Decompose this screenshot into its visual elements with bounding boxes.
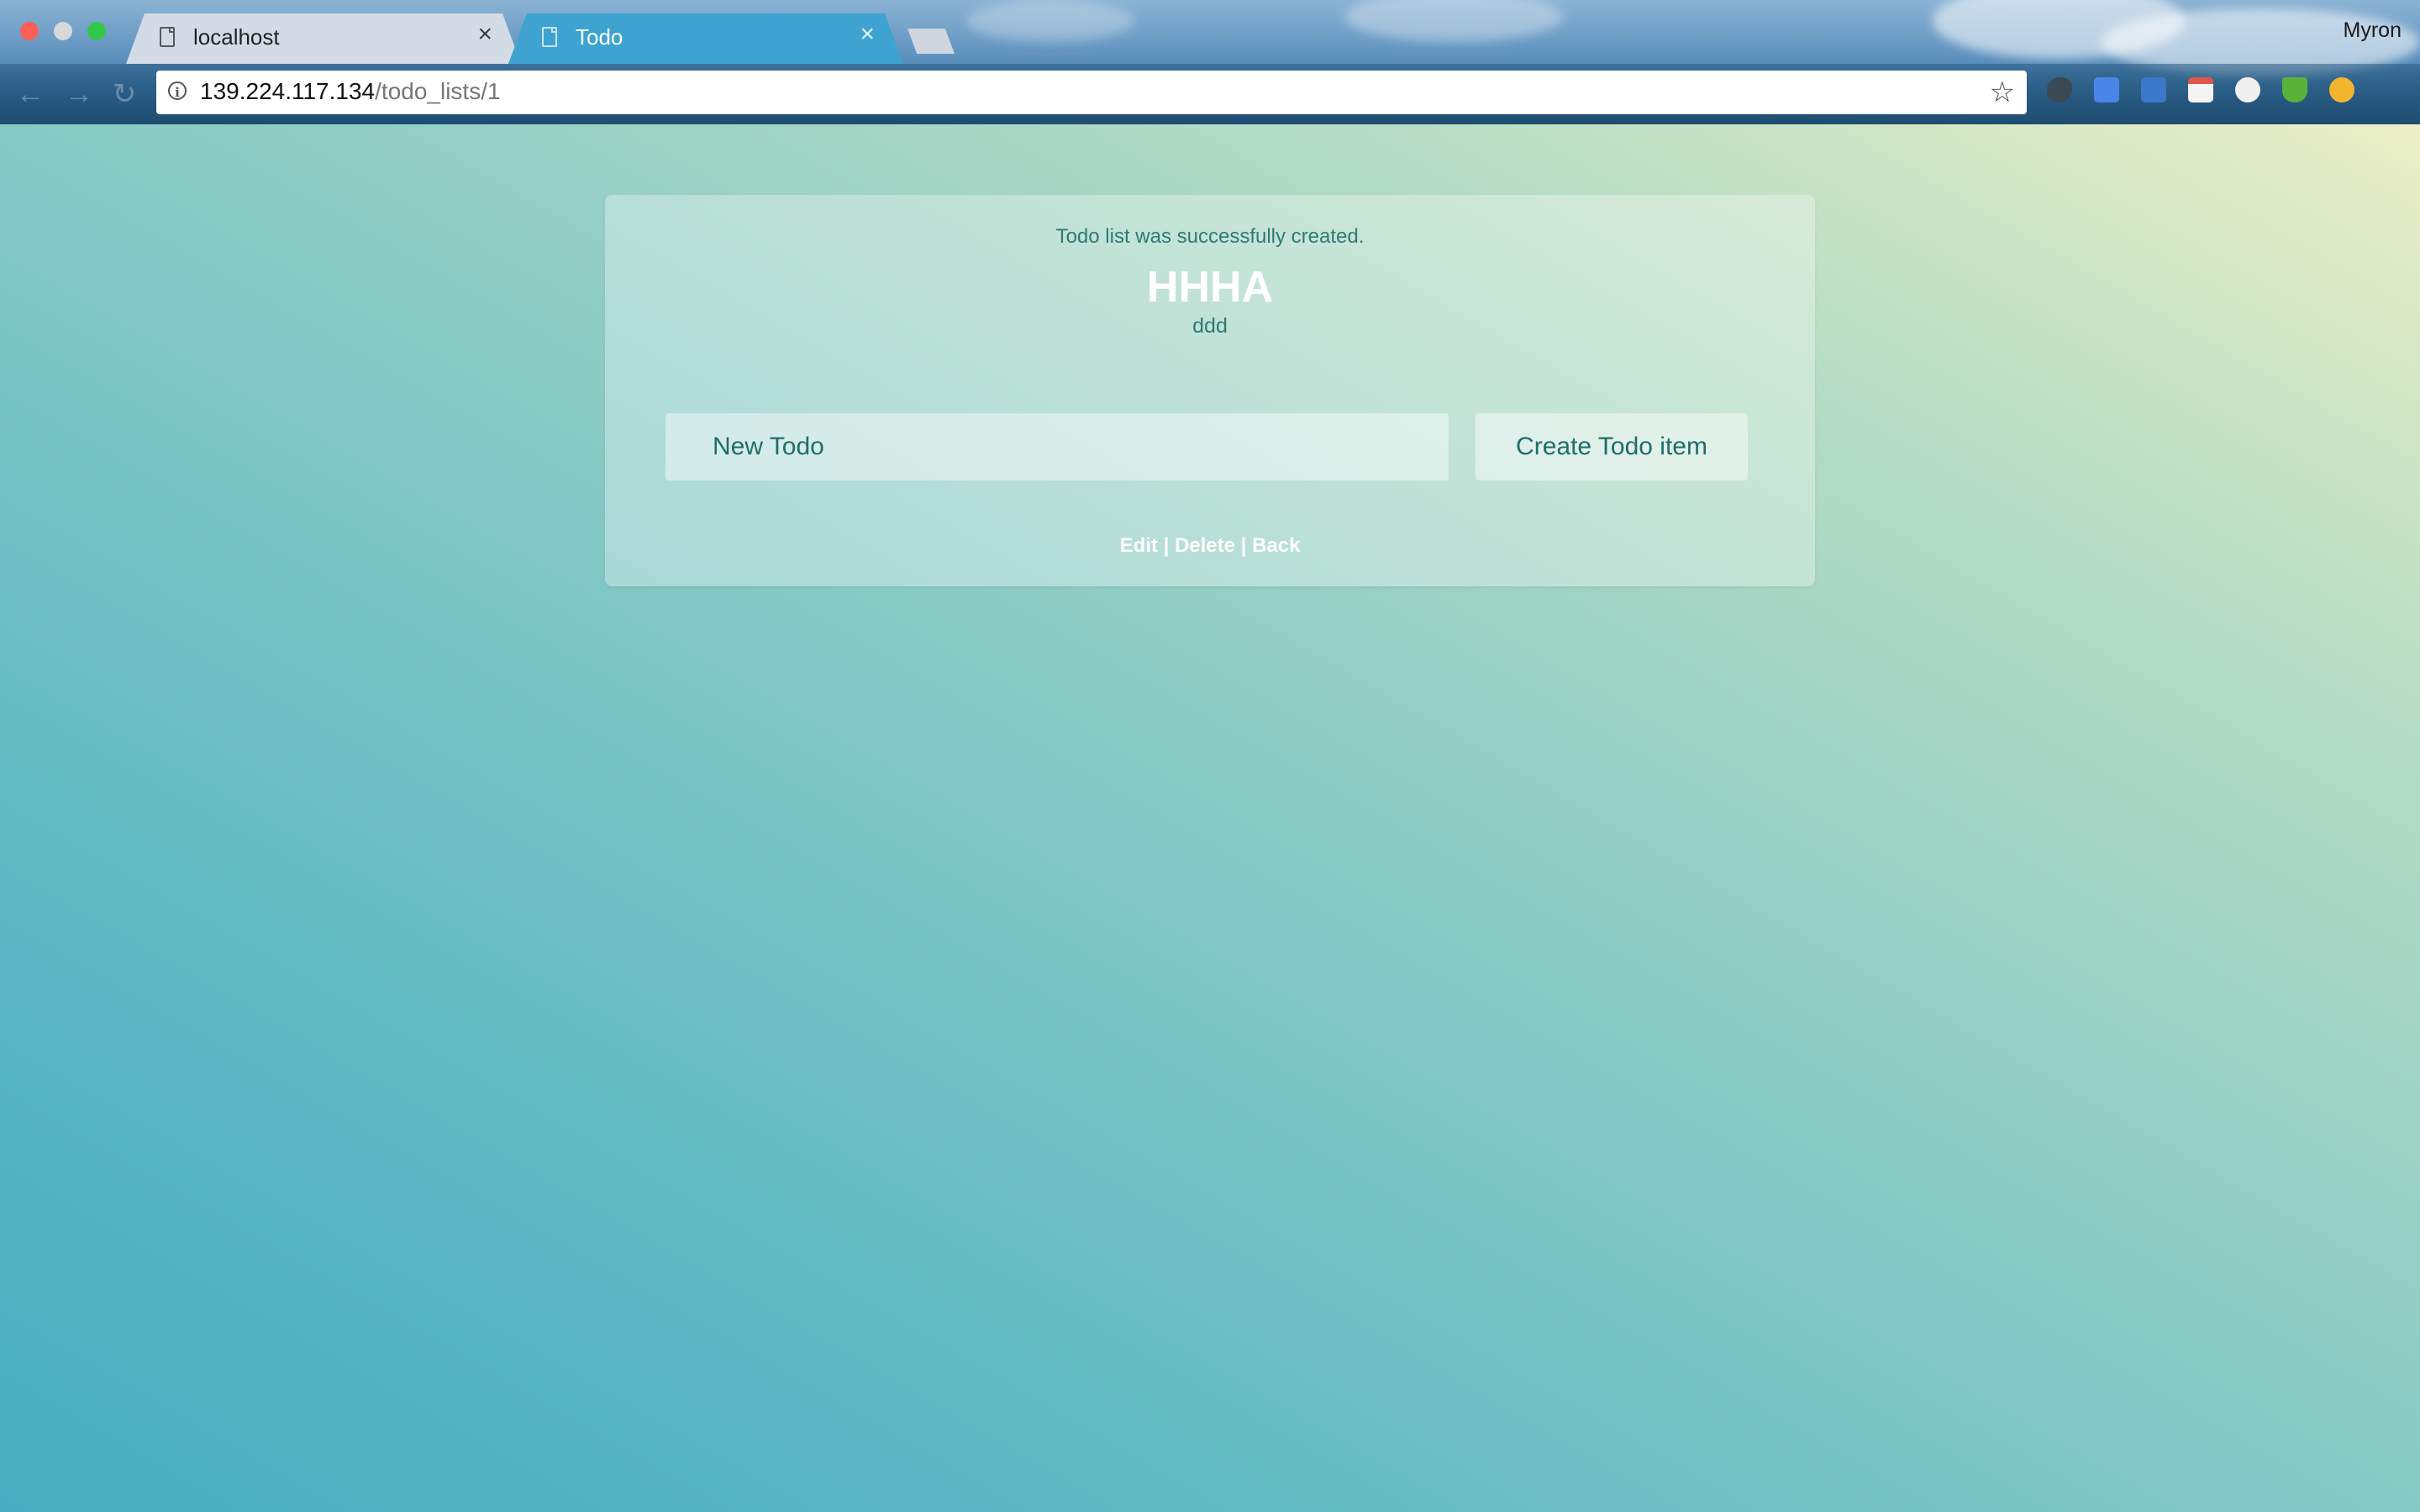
flash-notice: Todo list was successfully created.	[1055, 225, 1365, 248]
tab-todo[interactable]: Todo ×	[508, 13, 903, 64]
clock-icon[interactable]	[2235, 77, 2260, 102]
list-description: ddd	[1192, 314, 1228, 338]
calendar-icon[interactable]	[2188, 77, 2213, 102]
address-bar[interactable]: i 139.224.117.134/todo_lists/1 ☆	[156, 71, 2027, 114]
profile-name[interactable]: Myron	[2344, 18, 2402, 43]
document-icon	[542, 27, 557, 47]
tab-title: localhost	[193, 24, 280, 50]
screenshot-icon[interactable]	[2141, 77, 2166, 102]
edit-link[interactable]: Edit	[1120, 534, 1158, 557]
page-background: Todo list was successfully created. HHHA…	[0, 124, 2420, 1512]
back-link[interactable]: Back	[1252, 534, 1300, 557]
list-title: HHHA	[1146, 263, 1274, 312]
tab-title: Todo	[576, 24, 623, 50]
separator: |	[1163, 534, 1170, 557]
close-window-button[interactable]	[20, 22, 39, 40]
new-todo-input[interactable]	[666, 413, 1449, 480]
browser-chrome: localhost × Todo × Myron ← → ↻ i 139.224…	[0, 0, 2420, 124]
delete-link[interactable]: Delete	[1175, 534, 1235, 557]
url-text[interactable]: 139.224.117.134/todo_lists/1	[200, 78, 501, 105]
url-path: /todo_lists/1	[375, 78, 501, 104]
tab-localhost[interactable]: localhost ×	[126, 13, 521, 64]
shield-icon[interactable]	[2282, 77, 2307, 102]
document-icon	[160, 27, 175, 47]
create-todo-item-button[interactable]: Create Todo item	[1476, 413, 1748, 480]
url-host: 139.224.117.134	[200, 78, 376, 104]
evernote-icon[interactable]	[2047, 77, 2072, 102]
separator: |	[1240, 534, 1247, 557]
tab-close-button[interactable]: ×	[860, 22, 875, 47]
new-tab-button[interactable]	[908, 29, 955, 54]
maximize-window-button[interactable]	[87, 22, 106, 40]
tab-strip: localhost × Todo × Myron	[0, 0, 2420, 64]
compass-icon[interactable]	[2329, 77, 2354, 102]
google-translate-icon[interactable]	[2094, 77, 2119, 102]
todo-list-card: Todo list was successfully created. HHHA…	[605, 195, 1815, 586]
tab-close-button[interactable]: ×	[477, 22, 492, 47]
list-actions: Edit | Delete | Back	[605, 534, 1815, 558]
minimize-window-button[interactable]	[54, 22, 72, 40]
bookmark-star-icon[interactable]: ☆	[1990, 76, 2015, 109]
reload-button[interactable]: ↻	[108, 77, 141, 111]
info-icon[interactable]: i	[168, 81, 187, 100]
forward-button[interactable]: →	[62, 77, 96, 111]
back-button[interactable]: ←	[13, 77, 47, 111]
